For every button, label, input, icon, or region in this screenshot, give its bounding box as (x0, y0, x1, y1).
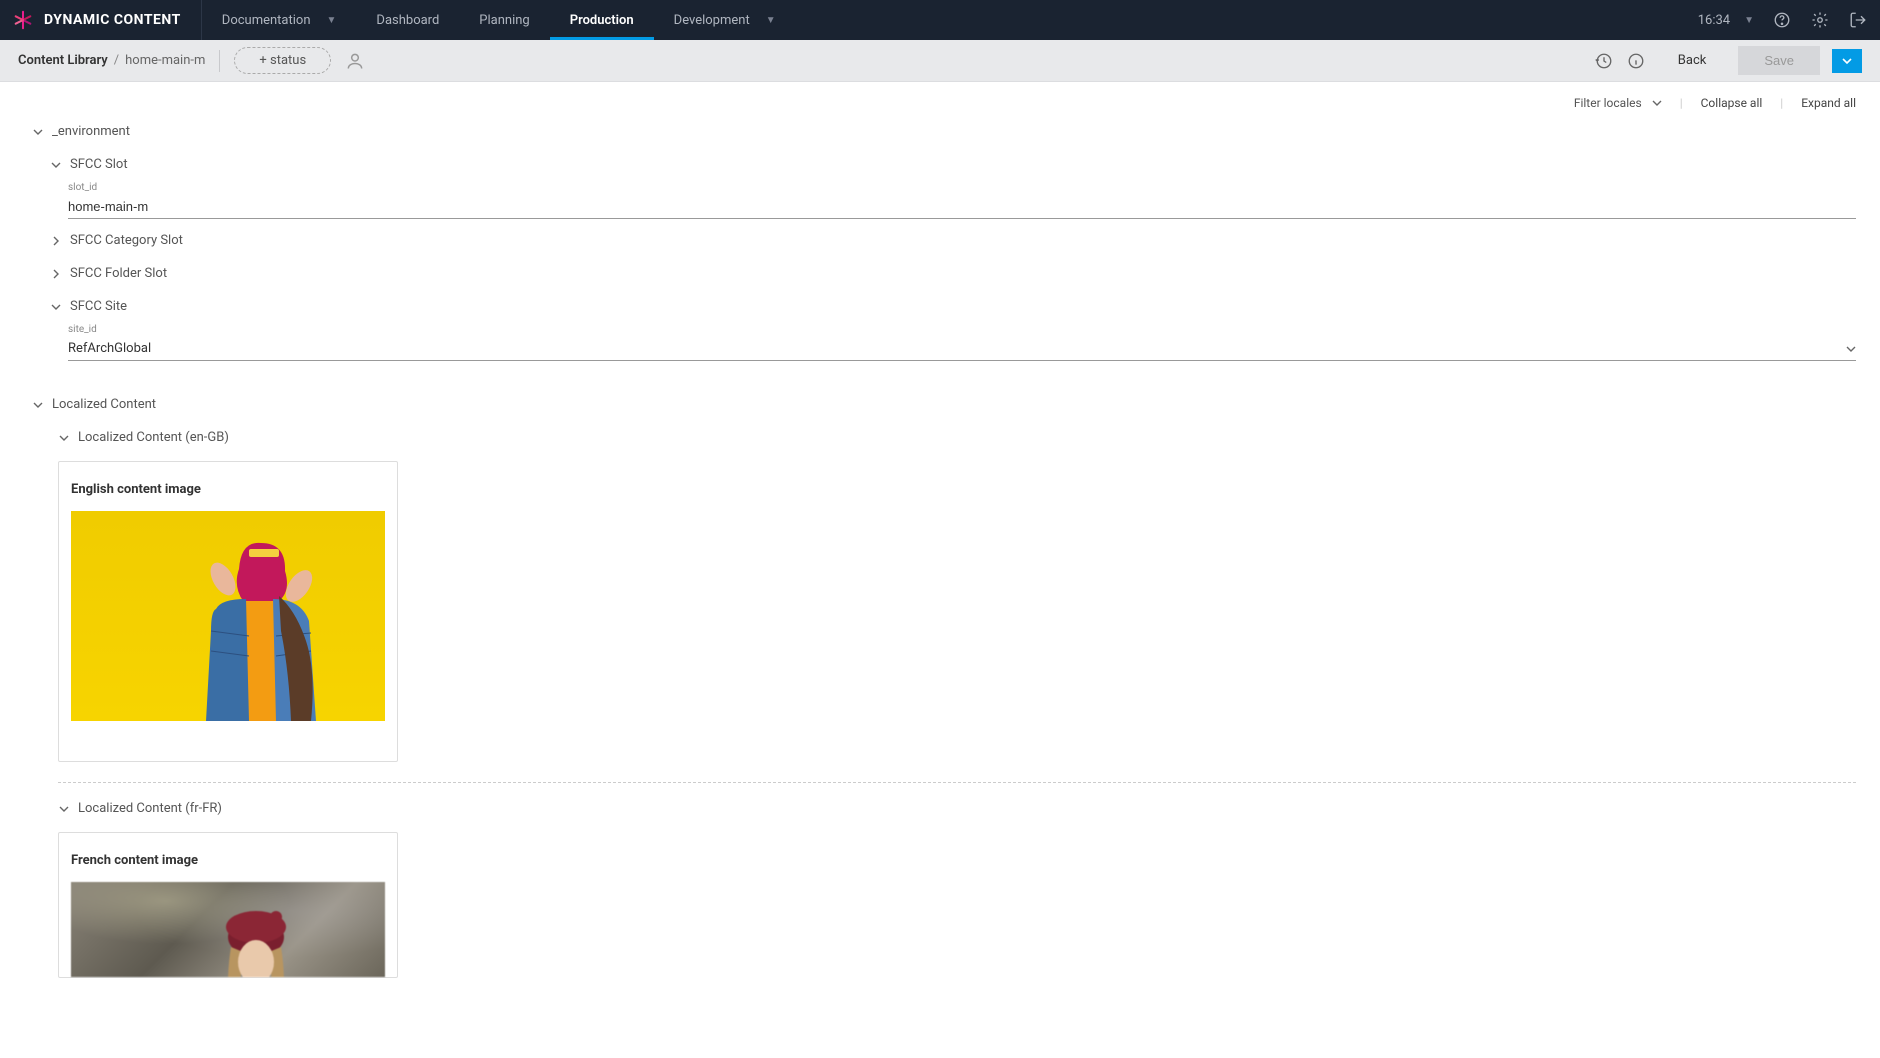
sfcc-slot-toggle[interactable]: SFCC Slot (50, 151, 1856, 178)
chevron-right-icon (50, 268, 62, 280)
collapse-all-button[interactable]: Collapse all (1701, 96, 1763, 110)
site-id-select[interactable]: RefArchGlobal (68, 337, 1856, 361)
chevron-down-icon: ▼ (766, 15, 776, 26)
logout-icon[interactable] (1848, 10, 1868, 30)
card-title-fr-fr: French content image (71, 853, 385, 868)
settings-icon[interactable] (1810, 10, 1830, 30)
add-status-button[interactable]: + status (234, 47, 331, 74)
sfcc-category-slot-toggle[interactable]: SFCC Category Slot (50, 227, 1856, 254)
sfcc-folder-slot-label: SFCC Folder Slot (70, 266, 167, 281)
site-id-value: RefArchGlobal (68, 341, 151, 356)
nav-dashboard[interactable]: Dashboard (356, 0, 459, 40)
chevron-down-icon (50, 301, 62, 313)
localized-fr-fr-label: Localized Content (fr-FR) (78, 801, 222, 816)
locale-divider (58, 782, 1856, 783)
environment-section-toggle[interactable]: _environment (32, 118, 1856, 145)
divider: | (1780, 96, 1783, 110)
nav-dashboard-label: Dashboard (376, 13, 439, 28)
sfcc-site-toggle[interactable]: SFCC Site (50, 293, 1856, 320)
breadcrumb-item: home-main-m (125, 53, 205, 68)
clock[interactable]: 16:34 ▼ (1698, 13, 1754, 28)
logo-icon (12, 9, 34, 31)
content-card-fr-fr[interactable]: French content image (58, 832, 398, 978)
chevron-down-icon (1652, 98, 1662, 108)
nav-production-label: Production (570, 13, 634, 28)
expand-all-button[interactable]: Expand all (1801, 96, 1856, 110)
sfcc-slot-label: SFCC Slot (70, 157, 128, 172)
assignee-icon[interactable] (345, 51, 365, 71)
chevron-down-icon: ▼ (327, 15, 337, 26)
nav-planning[interactable]: Planning (459, 0, 549, 40)
sfcc-site-label: SFCC Site (70, 299, 127, 314)
card-title-en-gb: English content image (71, 482, 385, 497)
content-card-en-gb[interactable]: English content image (58, 461, 398, 762)
divider (219, 50, 220, 72)
slot-id-input[interactable] (68, 195, 1856, 219)
localized-content-label: Localized Content (52, 397, 156, 412)
app-name: DYNAMIC CONTENT (44, 12, 181, 28)
slot-id-label: slot_id (68, 182, 1856, 193)
chevron-down-icon (1846, 344, 1856, 354)
divider: | (1680, 96, 1683, 110)
chevron-right-icon (50, 235, 62, 247)
localized-en-gb-toggle[interactable]: Localized Content (en-GB) (58, 424, 1856, 451)
nav-documentation-label: Documentation (222, 13, 311, 28)
nav-documentation[interactable]: Documentation ▼ (202, 0, 357, 40)
sfcc-folder-slot-toggle[interactable]: SFCC Folder Slot (50, 260, 1856, 287)
help-icon[interactable] (1772, 10, 1792, 30)
localized-en-gb-label: Localized Content (en-GB) (78, 430, 229, 445)
nav-production[interactable]: Production (550, 0, 654, 40)
back-button[interactable]: Back (1658, 47, 1727, 74)
app-logo[interactable]: DYNAMIC CONTENT (12, 0, 202, 40)
nav-development-label: Development (674, 13, 750, 28)
card-image-en-gb (71, 511, 385, 721)
card-image-fr-fr (71, 882, 385, 977)
chevron-down-icon (58, 803, 70, 815)
save-button[interactable]: Save (1738, 46, 1820, 75)
chevron-down-icon: ▼ (1744, 15, 1754, 26)
history-icon[interactable] (1594, 51, 1614, 71)
localized-fr-fr-toggle[interactable]: Localized Content (fr-FR) (58, 795, 1856, 822)
chevron-down-icon (50, 159, 62, 171)
localized-content-toggle[interactable]: Localized Content (32, 391, 1856, 418)
breadcrumb-separator: / (114, 53, 119, 68)
save-dropdown-button[interactable] (1832, 49, 1862, 73)
clock-label: 16:34 (1698, 13, 1730, 28)
filter-locales-label: Filter locales (1574, 96, 1642, 110)
info-icon[interactable] (1626, 51, 1646, 71)
breadcrumb-root[interactable]: Content Library (18, 53, 108, 68)
filter-locales-dropdown[interactable]: Filter locales (1574, 96, 1662, 110)
nav-planning-label: Planning (479, 13, 529, 28)
chevron-down-icon (32, 399, 44, 411)
chevron-down-icon (32, 126, 44, 138)
environment-section-label: _environment (52, 124, 130, 139)
site-id-label: site_id (68, 324, 1856, 335)
sfcc-category-slot-label: SFCC Category Slot (70, 233, 183, 248)
chevron-down-icon (58, 432, 70, 444)
nav-development[interactable]: Development ▼ (654, 0, 796, 40)
breadcrumb: Content Library / home-main-m (18, 53, 205, 68)
